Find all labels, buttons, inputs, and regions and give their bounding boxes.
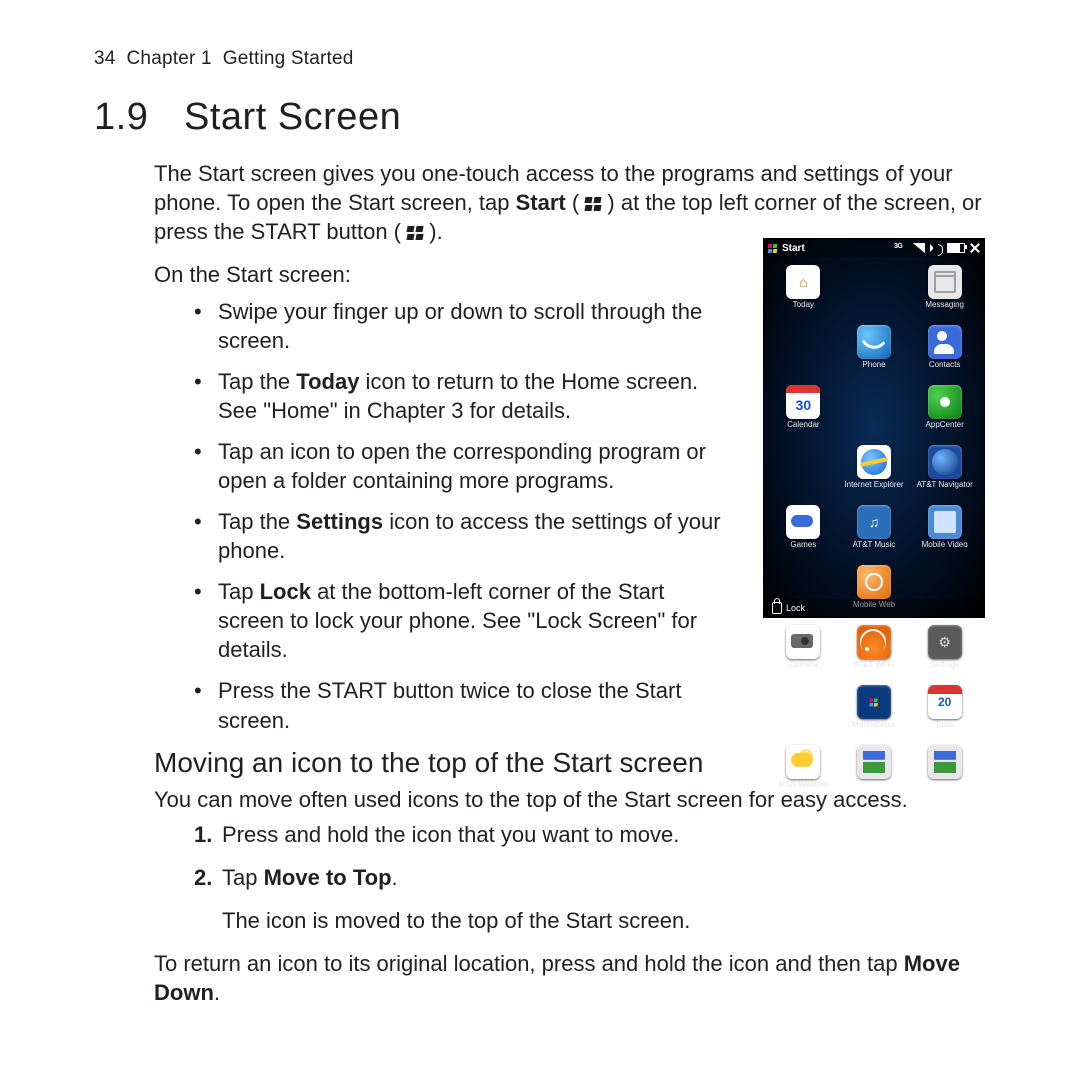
lock-icon [772, 602, 782, 614]
app-tools[interactable]: Tools [911, 685, 979, 729]
bullet-item: Tap the Today icon to return to the Home… [194, 367, 724, 425]
gear-icon: ⚙ [928, 625, 962, 659]
bag-icon [857, 685, 891, 719]
step-item: Press and hold the icon that you want to… [194, 820, 986, 849]
battery-icon [947, 243, 965, 253]
windows-flag-icon [585, 197, 601, 211]
calendar-icon: 30 [786, 385, 820, 419]
app-ie[interactable]: Internet Explorer [840, 445, 908, 489]
app-wifi[interactable]: AT&T Wi-Fi [840, 625, 908, 669]
house-icon: ⌂ [786, 265, 820, 299]
app-marketplace[interactable]: Marketplace [840, 685, 908, 729]
app-grid[interactable]: ⌂Today Messaging Phone Contacts 30Calend… [764, 259, 984, 599]
app-extra2[interactable] [911, 745, 979, 789]
bullet-item: Press the START button twice to close th… [194, 676, 724, 734]
step-item: Tap Move to Top. [194, 863, 986, 892]
picture-icon [928, 745, 962, 779]
globe-web-icon [857, 565, 891, 599]
app-phone[interactable]: Phone [840, 325, 908, 369]
person-icon [928, 325, 962, 359]
bullet-item: Swipe your finger up or down to scroll t… [194, 297, 724, 355]
app-video[interactable]: Mobile Video [911, 505, 979, 549]
weather-icon [786, 745, 820, 779]
envelope-icon [928, 265, 962, 299]
tools-folder-icon [928, 685, 962, 719]
bullet-item: Tap Lock at the bottom-left corner of th… [194, 577, 724, 664]
app-games[interactable]: Games [769, 505, 837, 549]
app-music[interactable]: ♫AT&T Music [840, 505, 908, 549]
globe-icon [928, 445, 962, 479]
phone-status-bar: Start 3G [764, 239, 984, 257]
lock-bar[interactable]: Lock [764, 599, 984, 617]
app-navigator[interactable]: AT&T Navigator [911, 445, 979, 489]
app-messaging[interactable]: Messaging [911, 265, 979, 309]
app-extra[interactable] [840, 745, 908, 789]
camera-icon [786, 625, 820, 659]
start-screen-bullets: Swipe your finger up or down to scroll t… [154, 297, 724, 734]
close-icon[interactable] [970, 243, 980, 253]
app-calendar[interactable]: 30Calendar [769, 385, 837, 429]
lock-label: Lock [786, 603, 805, 613]
move-icon-steps: Press and hold the icon that you want to… [154, 820, 986, 892]
app-appcenter[interactable]: AppCenter [911, 385, 979, 429]
gamepad-icon [786, 505, 820, 539]
app-weather[interactable]: MSN Weather [769, 745, 837, 789]
phone-start-screen: Start 3G ⌂Today Messaging Phone Contacts… [763, 238, 985, 618]
appcenter-icon [928, 385, 962, 419]
intro-paragraph: The Start screen gives you one-touch acc… [154, 159, 986, 246]
running-header: 34 Chapter 1 Getting Started [94, 48, 986, 70]
bullet-item: Tap the Settings icon to access the sett… [194, 507, 724, 565]
outro-paragraph: To return an icon to its original locati… [154, 949, 986, 1007]
app-today[interactable]: ⌂Today [769, 265, 837, 309]
step-continuation: The icon is moved to the top of the Star… [222, 906, 986, 935]
wifi-icon [857, 625, 891, 659]
app-camera[interactable]: Camera [769, 625, 837, 669]
windows-flag-icon[interactable] [768, 244, 778, 253]
start-label[interactable]: Start [782, 243, 805, 254]
app-contacts[interactable]: Contacts [911, 325, 979, 369]
app-settings[interactable]: ⚙Settings [911, 625, 979, 669]
video-icon [928, 505, 962, 539]
bullet-item: Tap an icon to open the corresponding pr… [194, 437, 724, 495]
signal-icon [913, 243, 925, 253]
phone-icon [857, 325, 891, 359]
picture-icon [857, 745, 891, 779]
network-3g-icon: 3G [894, 243, 908, 253]
internet-explorer-icon [857, 445, 891, 479]
music-note-icon: ♫ [857, 505, 891, 539]
sound-icon [930, 244, 942, 252]
windows-flag-icon [407, 226, 423, 240]
section-heading: 1.9Start Screen [94, 96, 986, 139]
